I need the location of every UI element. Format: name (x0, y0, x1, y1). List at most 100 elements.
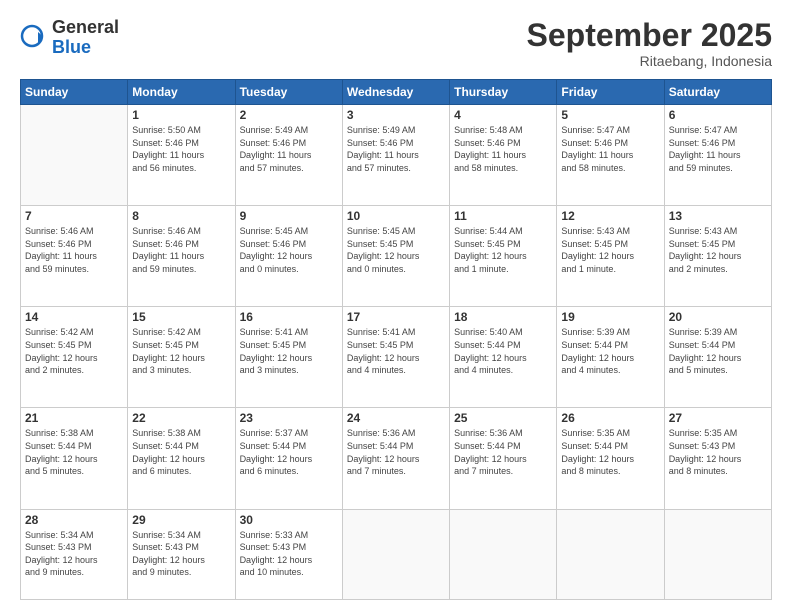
day-number: 16 (240, 310, 338, 324)
table-row (450, 509, 557, 600)
day-info: Sunrise: 5:43 AM Sunset: 5:45 PM Dayligh… (561, 225, 659, 275)
logo-text: General Blue (52, 18, 119, 58)
logo: General Blue (20, 18, 119, 58)
table-row: 25 Sunrise: 5:36 AM Sunset: 5:44 PM Dayli… (450, 408, 557, 509)
day-number: 4 (454, 108, 552, 122)
day-number: 7 (25, 209, 123, 223)
day-number: 17 (347, 310, 445, 324)
day-info: Sunrise: 5:41 AM Sunset: 5:45 PM Dayligh… (347, 326, 445, 376)
title-block: September 2025 Ritaebang, Indonesia (527, 18, 772, 69)
day-info: Sunrise: 5:42 AM Sunset: 5:45 PM Dayligh… (132, 326, 230, 376)
day-info: Sunrise: 5:35 AM Sunset: 5:43 PM Dayligh… (669, 427, 767, 477)
table-row: 24 Sunrise: 5:36 AM Sunset: 5:44 PM Dayli… (342, 408, 449, 509)
day-number: 18 (454, 310, 552, 324)
logo-icon (20, 24, 48, 52)
day-info: Sunrise: 5:34 AM Sunset: 5:43 PM Dayligh… (25, 529, 123, 579)
day-info: Sunrise: 5:37 AM Sunset: 5:44 PM Dayligh… (240, 427, 338, 477)
day-number: 15 (132, 310, 230, 324)
table-row: 10 Sunrise: 5:45 AM Sunset: 5:45 PM Dayli… (342, 206, 449, 307)
day-number: 1 (132, 108, 230, 122)
day-info: Sunrise: 5:39 AM Sunset: 5:44 PM Dayligh… (669, 326, 767, 376)
day-number: 5 (561, 108, 659, 122)
day-number: 12 (561, 209, 659, 223)
col-tuesday: Tuesday (235, 80, 342, 105)
calendar-table: Sunday Monday Tuesday Wednesday Thursday… (20, 79, 772, 600)
col-sunday: Sunday (21, 80, 128, 105)
table-row: 28Sunrise: 5:34 AM Sunset: 5:43 PM Dayli… (21, 509, 128, 600)
day-info: Sunrise: 5:42 AM Sunset: 5:45 PM Dayligh… (25, 326, 123, 376)
day-info: Sunrise: 5:41 AM Sunset: 5:45 PM Dayligh… (240, 326, 338, 376)
table-row (664, 509, 771, 600)
table-row (557, 509, 664, 600)
table-row: 22Sunrise: 5:38 AM Sunset: 5:44 PM Dayli… (128, 408, 235, 509)
table-row: 30 Sunrise: 5:33 AM Sunset: 5:43 PM Dayli… (235, 509, 342, 600)
table-row: 14 Sunrise: 5:42 AM Sunset: 5:45 PM Dayli… (21, 307, 128, 408)
day-number: 25 (454, 411, 552, 425)
table-row: 19Sunrise: 5:39 AM Sunset: 5:44 PM Dayli… (557, 307, 664, 408)
table-row: 16 Sunrise: 5:41 AM Sunset: 5:45 PM Dayli… (235, 307, 342, 408)
table-row: 29Sunrise: 5:34 AM Sunset: 5:43 PM Dayli… (128, 509, 235, 600)
day-number: 27 (669, 411, 767, 425)
table-row: 2 Sunrise: 5:49 AM Sunset: 5:46 PM Daylig… (235, 105, 342, 206)
day-info: Sunrise: 5:43 AM Sunset: 5:45 PM Dayligh… (669, 225, 767, 275)
header: General Blue September 2025 Ritaebang, I… (20, 18, 772, 69)
day-number: 6 (669, 108, 767, 122)
day-number: 8 (132, 209, 230, 223)
day-info: Sunrise: 5:45 AM Sunset: 5:45 PM Dayligh… (347, 225, 445, 275)
col-saturday: Saturday (664, 80, 771, 105)
day-info: Sunrise: 5:34 AM Sunset: 5:43 PM Dayligh… (132, 529, 230, 579)
day-info: Sunrise: 5:36 AM Sunset: 5:44 PM Dayligh… (347, 427, 445, 477)
day-number: 23 (240, 411, 338, 425)
day-number: 20 (669, 310, 767, 324)
table-row: 26 Sunrise: 5:35 AM Sunset: 5:44 PM Dayli… (557, 408, 664, 509)
table-row: 5 Sunrise: 5:47 AM Sunset: 5:46 PM Daylig… (557, 105, 664, 206)
day-number: 11 (454, 209, 552, 223)
day-info: Sunrise: 5:36 AM Sunset: 5:44 PM Dayligh… (454, 427, 552, 477)
table-row: 11 Sunrise: 5:44 AM Sunset: 5:45 PM Dayli… (450, 206, 557, 307)
day-number: 14 (25, 310, 123, 324)
day-number: 30 (240, 513, 338, 527)
table-row: 15 Sunrise: 5:42 AM Sunset: 5:45 PM Dayli… (128, 307, 235, 408)
day-info: Sunrise: 5:38 AM Sunset: 5:44 PM Dayligh… (25, 427, 123, 477)
day-info: Sunrise: 5:49 AM Sunset: 5:46 PM Dayligh… (347, 124, 445, 174)
table-row: 13 Sunrise: 5:43 AM Sunset: 5:45 PM Dayli… (664, 206, 771, 307)
day-number: 24 (347, 411, 445, 425)
day-number: 13 (669, 209, 767, 223)
table-row (342, 509, 449, 600)
logo-general-text: General (52, 17, 119, 37)
table-row: 23 Sunrise: 5:37 AM Sunset: 5:44 PM Dayli… (235, 408, 342, 509)
day-info: Sunrise: 5:39 AM Sunset: 5:44 PM Dayligh… (561, 326, 659, 376)
table-row: 21 Sunrise: 5:38 AM Sunset: 5:44 PM Dayli… (21, 408, 128, 509)
month-title: September 2025 (527, 18, 772, 53)
logo-blue-text: Blue (52, 37, 91, 57)
day-number: 2 (240, 108, 338, 122)
day-info: Sunrise: 5:35 AM Sunset: 5:44 PM Dayligh… (561, 427, 659, 477)
day-number: 3 (347, 108, 445, 122)
col-thursday: Thursday (450, 80, 557, 105)
table-row: 20 Sunrise: 5:39 AM Sunset: 5:44 PM Dayli… (664, 307, 771, 408)
location-subtitle: Ritaebang, Indonesia (527, 53, 772, 69)
table-row: 9Sunrise: 5:45 AM Sunset: 5:46 PM Daylig… (235, 206, 342, 307)
col-wednesday: Wednesday (342, 80, 449, 105)
table-row: 18Sunrise: 5:40 AM Sunset: 5:44 PM Dayli… (450, 307, 557, 408)
day-info: Sunrise: 5:47 AM Sunset: 5:46 PM Dayligh… (561, 124, 659, 174)
table-row (21, 105, 128, 206)
table-row: 17 Sunrise: 5:41 AM Sunset: 5:45 PM Dayli… (342, 307, 449, 408)
day-number: 21 (25, 411, 123, 425)
day-number: 9 (240, 209, 338, 223)
table-row: 7 Sunrise: 5:46 AM Sunset: 5:46 PM Daylig… (21, 206, 128, 307)
calendar-header-row: Sunday Monday Tuesday Wednesday Thursday… (21, 80, 772, 105)
table-row: 27 Sunrise: 5:35 AM Sunset: 5:43 PM Dayli… (664, 408, 771, 509)
col-friday: Friday (557, 80, 664, 105)
table-row: 4 Sunrise: 5:48 AM Sunset: 5:46 PM Daylig… (450, 105, 557, 206)
day-number: 10 (347, 209, 445, 223)
day-info: Sunrise: 5:48 AM Sunset: 5:46 PM Dayligh… (454, 124, 552, 174)
day-info: Sunrise: 5:33 AM Sunset: 5:43 PM Dayligh… (240, 529, 338, 579)
table-row: 6Sunrise: 5:47 AM Sunset: 5:46 PM Daylig… (664, 105, 771, 206)
day-info: Sunrise: 5:38 AM Sunset: 5:44 PM Dayligh… (132, 427, 230, 477)
day-number: 26 (561, 411, 659, 425)
day-info: Sunrise: 5:46 AM Sunset: 5:46 PM Dayligh… (25, 225, 123, 275)
table-row: 12 Sunrise: 5:43 AM Sunset: 5:45 PM Dayli… (557, 206, 664, 307)
day-info: Sunrise: 5:44 AM Sunset: 5:45 PM Dayligh… (454, 225, 552, 275)
day-info: Sunrise: 5:49 AM Sunset: 5:46 PM Dayligh… (240, 124, 338, 174)
